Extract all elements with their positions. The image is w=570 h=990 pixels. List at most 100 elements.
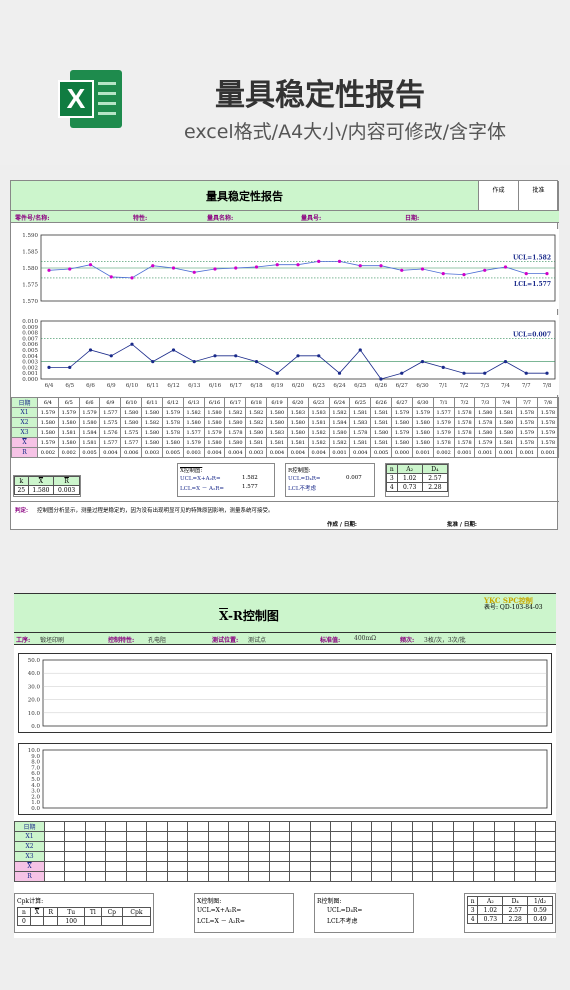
empty-cell[interactable] — [350, 841, 373, 852]
empty-cell[interactable] — [84, 831, 107, 842]
empty-cell[interactable] — [268, 841, 291, 852]
empty-cell[interactable] — [493, 861, 516, 872]
empty-cell[interactable] — [330, 841, 352, 852]
empty-cell[interactable] — [43, 871, 66, 882]
empty-cell[interactable] — [391, 871, 413, 882]
empty-cell[interactable] — [105, 821, 127, 832]
empty-cell[interactable] — [452, 821, 475, 832]
empty-cell[interactable] — [534, 861, 556, 872]
empty-cell[interactable] — [493, 851, 516, 862]
empty-cell[interactable] — [391, 861, 413, 872]
empty-cell[interactable] — [391, 821, 413, 832]
empty-cell[interactable] — [187, 841, 209, 852]
empty-cell[interactable] — [309, 861, 332, 872]
empty-cell[interactable] — [64, 841, 86, 852]
empty-cell[interactable] — [493, 831, 516, 842]
empty-cell[interactable] — [534, 871, 556, 882]
empty-cell[interactable] — [146, 821, 168, 832]
empty-cell[interactable] — [432, 861, 454, 872]
empty-cell[interactable] — [105, 851, 127, 862]
empty-cell[interactable] — [350, 861, 373, 872]
empty-cell[interactable] — [493, 841, 516, 852]
empty-cell[interactable] — [370, 821, 393, 832]
empty-cell[interactable] — [534, 821, 556, 832]
empty-cell[interactable] — [166, 821, 189, 832]
empty-cell[interactable] — [268, 861, 291, 872]
empty-cell[interactable] — [309, 851, 332, 862]
empty-cell[interactable] — [391, 841, 413, 852]
empty-cell[interactable] — [473, 831, 495, 842]
empty-cell[interactable] — [187, 821, 209, 832]
empty-cell[interactable] — [391, 851, 413, 862]
empty-cell[interactable] — [207, 821, 229, 832]
empty-cell[interactable] — [166, 871, 189, 882]
empty-cell[interactable] — [514, 871, 536, 882]
empty-cell[interactable] — [227, 861, 250, 872]
empty-cell[interactable] — [187, 831, 209, 842]
empty-cell[interactable] — [370, 851, 393, 862]
empty-cell[interactable] — [105, 871, 127, 882]
empty-cell[interactable] — [350, 851, 373, 862]
empty-cell[interactable] — [411, 821, 434, 832]
empty-cell[interactable] — [146, 841, 168, 852]
empty-cell[interactable] — [105, 861, 127, 872]
empty-cell[interactable] — [166, 831, 189, 842]
empty-cell[interactable] — [248, 871, 270, 882]
empty-cell[interactable] — [330, 851, 352, 862]
empty-cell[interactable] — [125, 871, 148, 882]
empty-cell[interactable] — [493, 821, 516, 832]
empty-cell[interactable] — [289, 871, 311, 882]
empty-cell[interactable] — [64, 871, 86, 882]
empty-cell[interactable] — [391, 831, 413, 842]
empty-cell[interactable] — [248, 821, 270, 832]
empty-cell[interactable] — [125, 841, 148, 852]
empty-cell[interactable] — [452, 841, 475, 852]
empty-cell[interactable] — [330, 821, 352, 832]
empty-cell[interactable] — [514, 861, 536, 872]
empty-cell[interactable] — [411, 871, 434, 882]
empty-cell[interactable] — [105, 831, 127, 842]
empty-cell[interactable] — [411, 861, 434, 872]
empty-cell[interactable] — [64, 851, 86, 862]
empty-cell[interactable] — [370, 871, 393, 882]
empty-cell[interactable] — [166, 851, 189, 862]
empty-cell[interactable] — [227, 831, 250, 842]
empty-cell[interactable] — [289, 861, 311, 872]
empty-cell[interactable] — [289, 841, 311, 852]
empty-cell[interactable] — [452, 871, 475, 882]
empty-cell[interactable] — [207, 871, 229, 882]
empty-cell[interactable] — [514, 851, 536, 862]
empty-cell[interactable] — [432, 821, 454, 832]
empty-cell[interactable] — [534, 841, 556, 852]
empty-cell[interactable] — [84, 871, 107, 882]
empty-cell[interactable] — [227, 821, 250, 832]
empty-cell[interactable] — [268, 871, 291, 882]
empty-cell[interactable] — [248, 851, 270, 862]
empty-cell[interactable] — [84, 821, 107, 832]
empty-cell[interactable] — [146, 831, 168, 842]
empty-cell[interactable] — [125, 821, 148, 832]
empty-cell[interactable] — [64, 831, 86, 842]
empty-cell[interactable] — [514, 821, 536, 832]
empty-cell[interactable] — [473, 821, 495, 832]
empty-cell[interactable] — [227, 851, 250, 862]
empty-cell[interactable] — [289, 821, 311, 832]
empty-cell[interactable] — [268, 831, 291, 842]
empty-cell[interactable] — [289, 851, 311, 862]
empty-cell[interactable] — [452, 861, 475, 872]
empty-cell[interactable] — [105, 841, 127, 852]
empty-cell[interactable] — [64, 861, 86, 872]
empty-cell[interactable] — [330, 871, 352, 882]
empty-cell[interactable] — [493, 871, 516, 882]
empty-cell[interactable] — [432, 871, 454, 882]
empty-cell[interactable] — [207, 841, 229, 852]
empty-cell[interactable] — [473, 851, 495, 862]
empty-cell[interactable] — [43, 831, 66, 842]
empty-cell[interactable] — [166, 841, 189, 852]
empty-cell[interactable] — [534, 851, 556, 862]
empty-cell[interactable] — [227, 871, 250, 882]
empty-cell[interactable] — [187, 861, 209, 872]
empty-cell[interactable] — [514, 831, 536, 842]
empty-cell[interactable] — [207, 861, 229, 872]
empty-cell[interactable] — [309, 871, 332, 882]
